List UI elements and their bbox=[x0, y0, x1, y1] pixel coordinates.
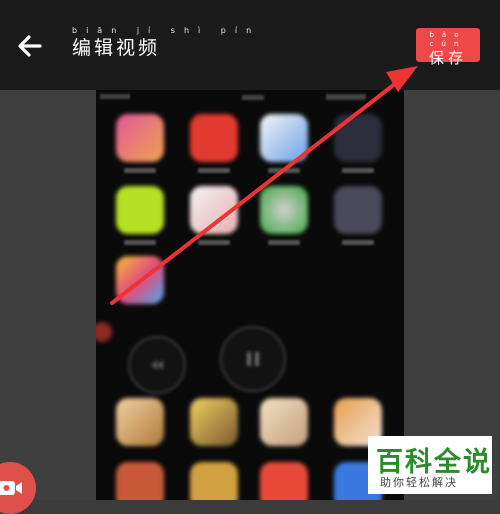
app-icon bbox=[116, 256, 164, 304]
preview-status-bar bbox=[96, 90, 404, 104]
app-icon bbox=[116, 462, 164, 500]
recording-dot bbox=[96, 322, 112, 342]
top-bar: biān jí shì pín 编辑视频 bǎo cún 保存 bbox=[0, 0, 500, 90]
pause-icon bbox=[247, 352, 259, 366]
video-preview[interactable] bbox=[96, 90, 404, 500]
app-label bbox=[124, 240, 156, 245]
app-icon bbox=[116, 114, 164, 162]
video-camera-icon bbox=[0, 481, 22, 495]
watermark-logo: 百科全说 助你轻松解决 bbox=[368, 436, 492, 494]
page-title: biān jí shì pín 编辑视频 bbox=[72, 26, 260, 60]
app-icon bbox=[260, 186, 308, 234]
save-button-pinyin: bǎo cún bbox=[429, 31, 467, 48]
arrow-left-icon bbox=[18, 35, 42, 57]
app-icon bbox=[334, 114, 382, 162]
app-icon bbox=[190, 114, 238, 162]
app-icon bbox=[116, 186, 164, 234]
app-label bbox=[124, 168, 156, 173]
save-button[interactable]: bǎo cún 保存 bbox=[416, 28, 480, 67]
left-panel bbox=[0, 90, 96, 514]
save-button-label: 保存 bbox=[428, 49, 467, 67]
app-icon bbox=[190, 462, 238, 500]
page-title-text: 编辑视频 bbox=[72, 37, 161, 59]
back-button[interactable] bbox=[14, 30, 46, 62]
app-label bbox=[268, 240, 300, 245]
app-label bbox=[268, 168, 300, 173]
rewind-button[interactable] bbox=[128, 336, 186, 394]
app-label bbox=[198, 240, 230, 245]
app-label bbox=[198, 168, 230, 173]
app-icon bbox=[116, 398, 164, 446]
watermark-subtitle: 助你轻松解决 bbox=[380, 476, 458, 489]
page-title-pinyin: biān jí shì pín bbox=[72, 26, 261, 35]
app-icon bbox=[260, 114, 308, 162]
app-label bbox=[342, 240, 374, 245]
rewind-icon bbox=[151, 360, 163, 370]
app-icon bbox=[260, 462, 308, 500]
app-icon bbox=[190, 186, 238, 234]
app-icon bbox=[260, 398, 308, 446]
app-icon bbox=[334, 186, 382, 234]
app-label bbox=[342, 168, 374, 173]
pause-button[interactable] bbox=[220, 326, 286, 392]
record-button[interactable] bbox=[0, 462, 36, 514]
app-icon bbox=[190, 398, 238, 446]
